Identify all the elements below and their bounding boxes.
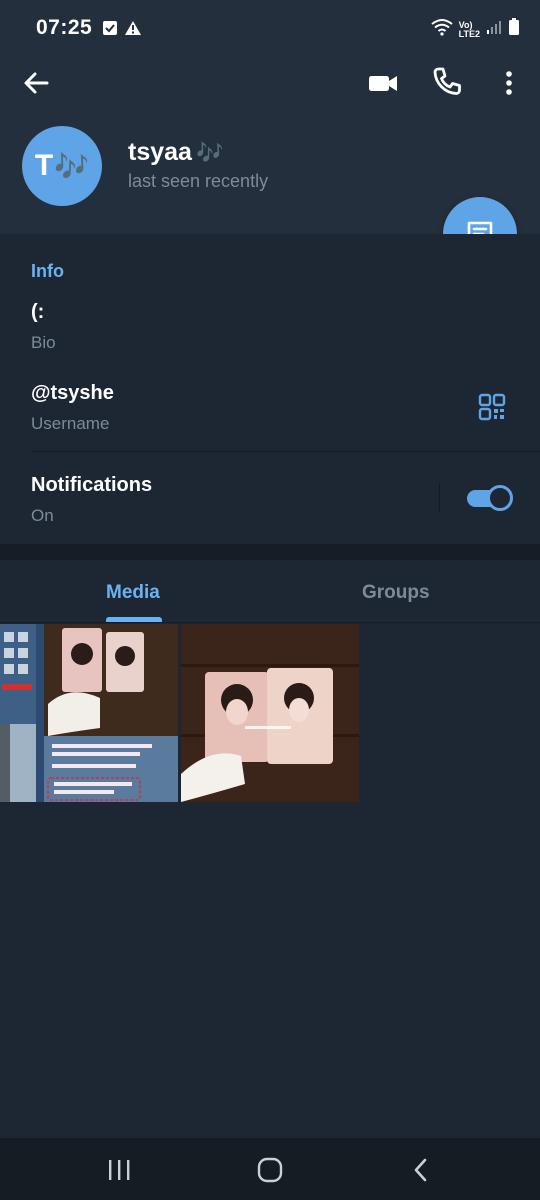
media-thumbnail[interactable] [181, 624, 359, 802]
profile-name-emoji: 🎶 [195, 140, 224, 165]
more-vertical-icon [506, 71, 512, 95]
username-value[interactable]: @tsyshe [31, 382, 114, 405]
tab-groups[interactable]: Groups [362, 582, 430, 604]
profile-name: tsyaa 🎶 [128, 138, 223, 167]
status-time: 07:25 [36, 16, 93, 39]
photo-cards-thumbnail [181, 624, 359, 802]
qr-code-button[interactable] [478, 393, 506, 421]
phone-icon [433, 67, 461, 95]
notifications-title[interactable]: Notifications [31, 474, 152, 497]
notifications-toggle[interactable] [467, 484, 513, 512]
section-separator [0, 544, 540, 560]
toggle-knob [487, 485, 513, 511]
photo-listing-thumbnail [0, 624, 178, 802]
avatar-letter: T [34, 149, 54, 182]
status-right: Vo) LTE2 [431, 18, 520, 41]
video-camera-icon [369, 76, 397, 91]
last-seen-status: last seen recently [128, 171, 269, 191]
wifi-icon [431, 18, 453, 41]
status-bar: 07:25 Vo) LTE2 [0, 0, 540, 60]
video-call-button[interactable] [366, 66, 400, 100]
network-label: Vo) LTE2 [458, 20, 480, 39]
home-button[interactable] [255, 1156, 285, 1184]
media-grid [0, 624, 540, 802]
recent-apps-icon [109, 1160, 130, 1180]
qr-code-icon [478, 393, 506, 421]
arrow-left-icon [24, 72, 49, 94]
info-section: Info (: Bio @tsyshe Username Notificatio… [0, 234, 540, 544]
bio-value[interactable]: (: [31, 301, 44, 324]
battery-icon [508, 18, 520, 41]
tab-media[interactable]: Media [106, 582, 160, 604]
active-tab-indicator [106, 617, 162, 622]
chevron-left-icon [414, 1158, 427, 1182]
notifications-status: On [31, 506, 54, 525]
shared-media-tabs: Media Groups [0, 560, 540, 623]
checkbox-notification-icon [102, 20, 118, 41]
network-bottom-label: LTE2 [458, 28, 480, 39]
username-label: Username [31, 414, 110, 433]
signal-icon [486, 19, 502, 40]
vertical-divider [439, 483, 440, 513]
home-icon [257, 1157, 283, 1183]
profile-name-text: tsyaa [128, 138, 192, 166]
recent-apps-button[interactable] [104, 1156, 134, 1184]
info-title: Info [31, 261, 64, 281]
system-navigation-bar [0, 1138, 540, 1200]
avatar[interactable]: T 🎶 [22, 126, 102, 206]
back-button[interactable] [20, 66, 54, 100]
divider [31, 451, 540, 452]
voice-call-button[interactable] [430, 64, 464, 98]
more-options-button[interactable] [494, 66, 524, 100]
system-back-button[interactable] [406, 1156, 436, 1184]
bio-label: Bio [31, 333, 56, 352]
media-thumbnail[interactable] [0, 624, 178, 802]
avatar-emoji: 🎶 [54, 150, 90, 182]
warning-icon [124, 20, 142, 41]
